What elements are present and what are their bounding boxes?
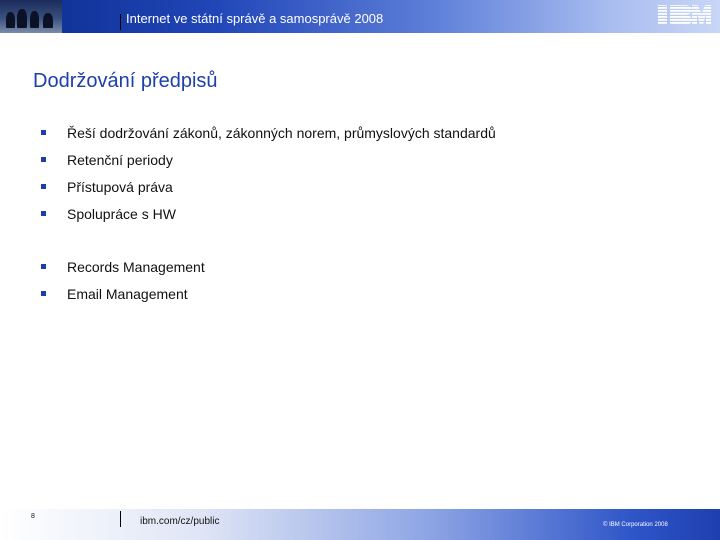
slide-title: Dodržování předpisů xyxy=(33,70,218,92)
page-number: 8 xyxy=(31,513,35,520)
header-divider xyxy=(120,14,121,30)
square-bullet-icon xyxy=(41,157,46,162)
footer-url[interactable]: ibm.com/cz/public xyxy=(140,516,219,527)
header-title: Internet ve státní správě a samosprávě 2… xyxy=(126,11,384,26)
header-photo xyxy=(0,0,62,33)
footer-copyright: © IBM Corporation 2008 xyxy=(603,522,668,528)
square-bullet-icon xyxy=(41,264,46,269)
bullet-text: Email Management xyxy=(67,286,188,302)
bullet-text: Spolupráce s HW xyxy=(67,206,176,222)
svg-text:IBM: IBM xyxy=(684,18,686,20)
bullet-text: Retenční periody xyxy=(67,152,173,168)
square-bullet-icon xyxy=(41,130,46,135)
square-bullet-icon xyxy=(41,211,46,216)
bullet-text: Přístupová práva xyxy=(67,179,173,195)
bullet-text: Records Management xyxy=(67,259,205,275)
footer-divider xyxy=(120,511,121,527)
square-bullet-icon xyxy=(41,184,46,189)
ibm-logo: IBM xyxy=(658,5,711,25)
header-bar: Internet ve státní správě a samosprávě 2… xyxy=(0,0,720,33)
bullet-text: Řeší dodržování zákonů, zákonných norem,… xyxy=(67,125,496,141)
square-bullet-icon xyxy=(41,291,46,296)
